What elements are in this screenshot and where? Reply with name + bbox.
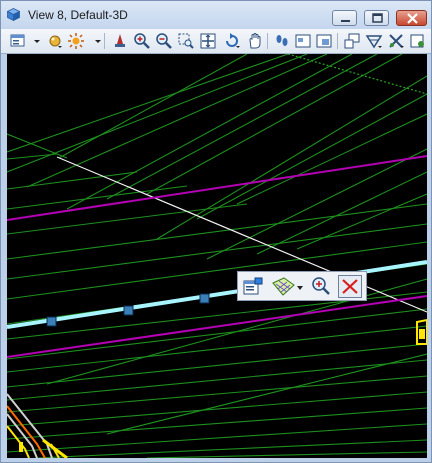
zoom-selection-icon <box>312 277 330 295</box>
yellow-element-right <box>416 318 427 345</box>
zoom-out-icon <box>156 33 172 49</box>
zoom-in-icon <box>134 33 150 49</box>
model-scene <box>7 54 427 458</box>
lighting-icon <box>68 33 84 49</box>
update-view-icon <box>115 34 125 47</box>
vertex-handle[interactable] <box>46 316 57 327</box>
magenta-line-upper <box>7 155 427 221</box>
toolbar-separator <box>337 33 338 49</box>
lighting-dropdown[interactable] <box>89 32 101 50</box>
properties-button[interactable] <box>241 275 265 298</box>
rotate-view-button[interactable] <box>223 32 241 50</box>
display-style-button[interactable] <box>46 32 64 50</box>
properties-icon <box>243 277 263 295</box>
lighting-button[interactable] <box>67 32 85 50</box>
minimize-button[interactable] <box>332 10 357 26</box>
minimize-icon <box>341 20 350 22</box>
clip-volume-button[interactable] <box>365 32 383 50</box>
maximize-icon <box>372 13 383 23</box>
walk-icon <box>276 35 288 46</box>
previous-view-button[interactable] <box>294 32 312 50</box>
close-button[interactable] <box>396 10 427 26</box>
window-area-icon <box>178 33 194 49</box>
zoom-out-button[interactable] <box>155 32 173 50</box>
vertex-handle[interactable] <box>123 305 134 316</box>
model-viewport[interactable] <box>7 54 427 458</box>
view-attributes-button[interactable] <box>9 32 27 50</box>
close-popup-icon <box>342 279 358 294</box>
vertex-handle[interactable] <box>199 293 210 304</box>
dropdown-arrow-icon <box>34 40 40 43</box>
close-popup-button[interactable] <box>338 275 362 298</box>
previous-view-icon <box>295 34 311 48</box>
view-attributes-icon <box>10 34 25 47</box>
view-toolbar <box>1 29 431 54</box>
maximize-button[interactable] <box>364 10 389 26</box>
rotate-view-icon <box>226 33 240 48</box>
clip-mask-icon <box>389 34 404 48</box>
copy-view-icon <box>344 33 360 49</box>
toolbar-separator <box>104 33 105 49</box>
zoom-selection-button[interactable] <box>309 275 333 298</box>
magenta-line-lower <box>7 295 427 358</box>
view-attributes-dropdown[interactable] <box>28 32 40 50</box>
window-area-button[interactable] <box>177 32 195 50</box>
drape-map-icon <box>272 277 303 296</box>
update-view-button[interactable] <box>111 32 129 50</box>
toolbar-separator <box>267 33 268 49</box>
next-view-icon <box>316 34 332 48</box>
view-toggles-icon <box>410 34 424 48</box>
close-icon <box>407 13 418 24</box>
view-toggles-button[interactable] <box>409 32 427 50</box>
copy-view-button[interactable] <box>343 32 361 50</box>
clip-volume-icon <box>365 35 383 49</box>
fit-view-icon <box>200 33 216 49</box>
zoom-in-button[interactable] <box>133 32 151 50</box>
display-style-icon <box>49 35 62 48</box>
title-bar[interactable]: View 8, Default-3D <box>1 1 431 29</box>
fit-view-button[interactable] <box>199 32 217 50</box>
next-view-button[interactable] <box>315 32 333 50</box>
green-grid-lines <box>7 54 427 458</box>
dotted-boundary-line <box>287 54 427 95</box>
view-cube-icon <box>7 8 20 21</box>
window-title: View 8, Default-3D <box>28 8 128 22</box>
walk-button[interactable] <box>273 32 291 50</box>
drape-map-button[interactable] <box>270 275 304 298</box>
element-context-toolbar <box>237 271 367 301</box>
pan-view-button[interactable] <box>246 32 264 50</box>
pan-view-icon <box>249 33 261 49</box>
view-window: View 8, Default-3D <box>0 0 432 463</box>
clip-mask-button[interactable] <box>387 32 405 50</box>
